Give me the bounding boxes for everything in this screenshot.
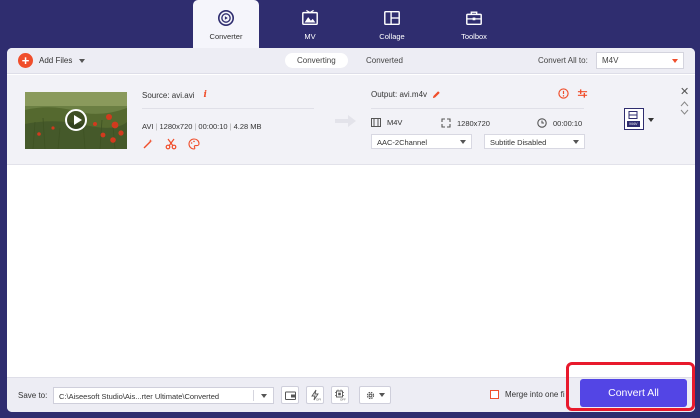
plus-icon: + <box>18 53 33 68</box>
source-format: AVI <box>142 122 154 131</box>
converter-icon <box>217 9 235 27</box>
convert-all-select[interactable]: M4V <box>596 52 684 69</box>
close-icon[interactable]: ✕ <box>680 87 689 98</box>
toolbar: + Add Files Converting Converted Convert… <box>7 48 695 74</box>
output-actions <box>558 88 588 99</box>
save-path-select[interactable]: C:\Aiseesoft Studio\Ais...rter Ultimate\… <box>53 387 274 404</box>
file-row: Source: avi.avi i AVI | 1280x720 | 00:00:10 |… <box>7 75 695 165</box>
edit-tools <box>142 138 200 150</box>
output-resolution: 1280x720 <box>457 118 490 128</box>
tab-label: Toolbox <box>461 32 487 41</box>
tab-label: Collage <box>379 32 405 41</box>
merge-option: Merge into one fi <box>490 390 565 399</box>
chevron-down-icon[interactable] <box>648 118 654 122</box>
format-badge: M4V <box>627 121 640 127</box>
chevron-down-icon[interactable] <box>79 58 86 63</box>
output-resolution-meta: 1280x720 <box>441 118 490 128</box>
lightning-off-icon: OFF <box>311 389 321 402</box>
open-folder-button[interactable] <box>281 386 299 404</box>
source-meta: AVI | 1280x720 | 00:00:10 | 4.28 MB <box>142 122 262 131</box>
chevron-down-icon <box>261 394 267 398</box>
svg-text:OFF: OFF <box>316 398 321 402</box>
add-files-button[interactable]: + Add Files <box>18 53 86 68</box>
chevron-down-icon <box>672 59 678 63</box>
source-name: Source: avi.avi <box>142 90 195 100</box>
source-size: 4.28 MB <box>233 122 262 131</box>
output-name: Output: avi.m4v <box>371 90 428 99</box>
tab-converter[interactable]: Converter <box>193 0 259 48</box>
chevron-down-icon <box>379 393 385 397</box>
output-duration: 00:00:10 <box>553 118 583 128</box>
source-line: Source: avi.avi i <box>142 90 207 100</box>
converter-panel: + Add Files Converting Converted Convert… <box>7 48 695 412</box>
tab-converting[interactable]: Converting <box>285 53 348 68</box>
play-icon[interactable] <box>65 109 87 131</box>
film-icon <box>371 118 381 127</box>
reorder-arrows-icon[interactable] <box>680 100 689 116</box>
tab-toolbox[interactable]: Toolbox <box>442 0 506 48</box>
divider <box>142 108 314 109</box>
mv-icon <box>302 9 318 26</box>
svg-text:OFF: OFF <box>340 398 346 402</box>
tab-converted[interactable]: Converted <box>354 53 415 68</box>
scissors-icon[interactable] <box>165 138 177 150</box>
gear-icon <box>366 391 375 399</box>
output-duration-meta: 00:00:10 <box>537 118 582 128</box>
divider <box>253 390 254 401</box>
output-format-meta: M4V <box>371 118 402 127</box>
clock-icon <box>537 118 547 128</box>
tab-label: Converter <box>209 32 243 41</box>
chevron-down-icon <box>460 140 466 144</box>
gpu-acceleration-button[interactable]: OFF <box>331 386 349 404</box>
tab-mv[interactable]: MV <box>278 0 342 48</box>
subtitle-value: Subtitle Disabled <box>490 138 547 147</box>
convert-all-label: Convert All to: <box>538 56 588 65</box>
toolbox-icon <box>466 11 482 26</box>
output-format: M4V <box>387 118 403 127</box>
output-format-button[interactable]: M4V <box>624 108 644 130</box>
info-circle-icon[interactable] <box>558 88 569 99</box>
chevron-down-icon <box>573 140 579 144</box>
hardware-acceleration-button[interactable]: OFF <box>306 386 324 404</box>
source-resolution: 1280x720 <box>159 122 193 131</box>
settings-sliders-icon[interactable] <box>577 88 588 99</box>
convert-all-value: M4V <box>602 56 619 65</box>
tab-label: MV <box>304 32 316 41</box>
info-icon[interactable]: i <box>203 90 206 100</box>
folder-icon <box>284 391 296 400</box>
save-to-label: Save to: <box>18 391 48 400</box>
video-thumbnail[interactable] <box>25 92 127 149</box>
pencil-icon[interactable] <box>432 90 441 99</box>
audio-track-select[interactable]: AAC-2Channel <box>371 134 472 149</box>
palette-icon[interactable] <box>188 138 200 150</box>
output-line: Output: avi.m4v <box>371 90 441 99</box>
arrow-right-icon <box>335 115 356 127</box>
merge-checkbox[interactable] <box>490 390 499 399</box>
top-navigation: Converter MV Collage Toolbox <box>0 0 700 48</box>
chip-off-icon: OFF <box>335 389 346 402</box>
film-icon <box>628 111 638 119</box>
settings-button[interactable] <box>359 386 391 404</box>
magic-wand-icon[interactable] <box>142 138 154 150</box>
source-duration: 00:00:10 <box>198 122 228 131</box>
tab-collage[interactable]: Collage <box>360 0 424 48</box>
collage-icon <box>384 10 400 26</box>
convert-all-button[interactable]: Convert All <box>580 379 687 407</box>
subtitle-select[interactable]: Subtitle Disabled <box>484 134 585 149</box>
merge-label: Merge into one fi <box>505 390 565 399</box>
add-files-label: Add Files <box>39 56 73 65</box>
audio-track-value: AAC-2Channel <box>377 138 428 147</box>
resize-icon <box>441 118 451 128</box>
divider <box>371 108 584 109</box>
save-path-value: C:\Aiseesoft Studio\Ais...rter Ultimate\… <box>59 392 220 401</box>
